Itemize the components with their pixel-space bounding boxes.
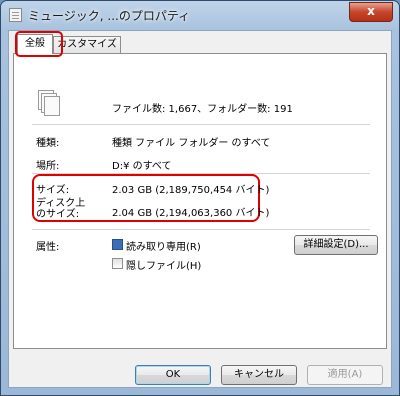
- advanced-settings-button[interactable]: 詳細設定(D)...: [294, 235, 378, 255]
- size-value: 2.03 GB (2,189,750,454 バイト): [112, 185, 270, 196]
- general-panel: ファイル数: 1,667、フォルダー数: 191 種類: 種類 ファイル フォル…: [13, 53, 387, 349]
- close-button[interactable]: x: [349, 2, 393, 22]
- tab-customize[interactable]: カスタマイズ: [53, 36, 121, 53]
- readonly-label[interactable]: 読み取り専用(R): [126, 238, 201, 253]
- ok-button[interactable]: OK: [135, 365, 211, 385]
- cancel-button[interactable]: キャンセル: [221, 365, 297, 385]
- type-label: 種類:: [36, 138, 60, 149]
- hidden-checkbox[interactable]: [112, 258, 123, 269]
- type-value: 種類 ファイル フォルダー のすべて: [112, 138, 271, 149]
- folder-properties-icon: [9, 8, 22, 22]
- size-label: サイズ:: [36, 185, 70, 196]
- apply-button[interactable]: 適用(A): [307, 365, 383, 385]
- attributes-label: 属性:: [36, 242, 60, 253]
- tab-highlight-annotation: [15, 31, 63, 57]
- separator: [32, 124, 370, 125]
- readonly-checkbox[interactable]: [112, 239, 123, 250]
- window-title: ミュージック, ...のプロパティ: [28, 9, 191, 23]
- hidden-label[interactable]: 隠しファイル(H): [126, 257, 201, 272]
- disk-size-label-line1: ディスク上: [36, 198, 86, 209]
- dialog-body: 全般 カスタマイズ ファイル数: 1,667、フォルダー数: 191 種類: 種…: [8, 30, 392, 388]
- file-count-text: ファイル数: 1,667、フォルダー数: 191: [112, 104, 293, 115]
- separator: [32, 229, 370, 230]
- title-bar[interactable]: ミュージック, ...のプロパティ x: [1, 1, 399, 29]
- disk-size-label-line2: のサイズ:: [36, 209, 80, 220]
- disk-size-value: 2.04 GB (2,194,063,360 バイト): [112, 208, 270, 219]
- properties-window: ミュージック, ...のプロパティ x 全般 カスタマイズ ファイル数: 1,6…: [0, 0, 400, 396]
- multiple-files-icon: [38, 90, 62, 118]
- location-value: D:¥ のすべて: [112, 161, 172, 172]
- disk-size-label: ディスク上 のサイズ:: [36, 198, 85, 220]
- location-label: 場所:: [36, 161, 60, 172]
